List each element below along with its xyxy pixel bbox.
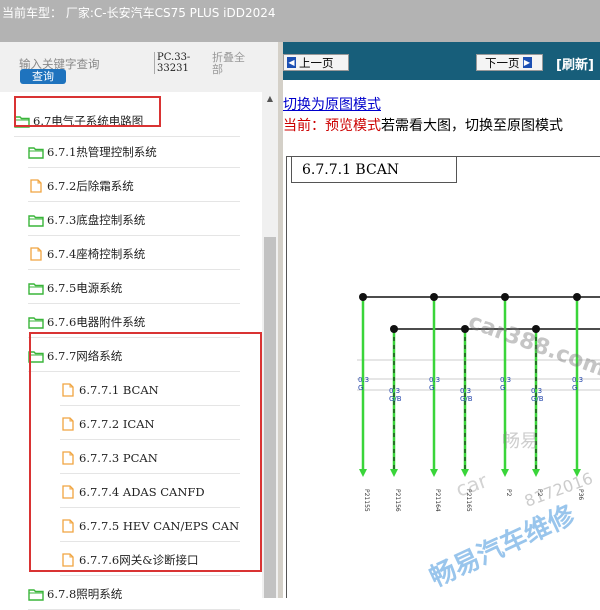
pc-code: PC.33-33231 [154, 52, 205, 74]
scroll-up-icon[interactable]: ▲ [262, 92, 278, 106]
wire-label: 0.3 [531, 387, 542, 395]
folder-icon [28, 213, 44, 227]
wire-label: 0.3 [358, 376, 369, 384]
connector-arrow [359, 469, 367, 477]
tree-item[interactable]: 6.7.8照明系统 [28, 579, 240, 610]
folder-icon [28, 145, 44, 159]
diagram-svg: 0.3GP211550.3G/BP211560.3GP211640.3G/BP2… [357, 293, 600, 593]
wire-label: G [358, 384, 363, 392]
document-icon [28, 179, 44, 193]
switch-original-link[interactable]: 切换为原图模式 [283, 94, 381, 114]
arrow-left-icon: ◀ [287, 57, 296, 68]
wire-label: G/B [389, 395, 402, 403]
connector-arrow [501, 469, 509, 477]
connector-label: P21155 [363, 489, 370, 512]
mode-status: 当前：预览模式若需看大图，切换至原图模式 [283, 115, 563, 135]
watermark-text: car388.com [465, 309, 600, 382]
junction-dot [573, 293, 581, 301]
arrow-right-icon: ▶ [522, 57, 532, 68]
watermark-text: car [453, 468, 492, 502]
circuit-diagram[interactable]: 6.7.7.1 BCAN 0.3 G P21155 0.3 G/B P21156 0.3 G P… [286, 156, 600, 598]
nav-bar: ◀ 上一页 下一页 ▶ [刷新] [283, 42, 600, 80]
tree-item-label: 6.7.6电器附件系统 [47, 315, 146, 329]
document-icon [28, 247, 44, 261]
tree-item[interactable]: 6.7.1热管理控制系统 [28, 137, 240, 168]
connector-label: P21164 [434, 489, 441, 512]
highlight-box-root [14, 96, 161, 127]
connector-label: P2 [505, 489, 512, 497]
wire-label: G [500, 384, 505, 392]
window-titlebar: 当前车型： 厂家:C-长安汽车CS75 PLUS iDD2024 [0, 0, 600, 42]
tree-item[interactable]: 6.7.3底盘控制系统 [28, 205, 240, 236]
junction-dot [430, 293, 438, 301]
tree-item-label: 6.7.3底盘控制系统 [47, 213, 146, 227]
wire-label: 0.3 [572, 376, 583, 384]
connector-arrow [390, 469, 398, 477]
wire-label: G [429, 384, 434, 392]
mode-prefix: 当前：预览模式 [283, 118, 381, 134]
wire-label: G/B [460, 395, 473, 403]
fold-all-button[interactable]: 折叠全部 [212, 52, 252, 76]
wire-label: 0.3 [389, 387, 400, 395]
tree-item-label: 6.7.8照明系统 [47, 587, 123, 601]
tree-item-label: 6.7.4座椅控制系统 [47, 247, 146, 261]
mode-suffix: 若需看大图，切换至原图模式 [381, 118, 563, 134]
tree-item[interactable]: 6.7.4座椅控制系统 [28, 239, 240, 270]
wire-label: 0.3 [429, 376, 440, 384]
connector-label: P21156 [394, 489, 401, 512]
tree-item[interactable]: 6.7.5电源系统 [28, 273, 240, 304]
folder-icon [28, 587, 44, 601]
tree-item-label: 6.7.2后除霜系统 [47, 179, 134, 193]
tree-item-label: 6.7.1热管理控制系统 [47, 145, 157, 159]
junction-dot [390, 325, 398, 333]
wire-label: 0.3 [500, 376, 511, 384]
connector-arrow [430, 469, 438, 477]
junction-dot [501, 293, 509, 301]
junction-dot [359, 293, 367, 301]
folder-icon [28, 315, 44, 329]
watermark-text: 畅易 [502, 431, 538, 452]
next-page-button[interactable]: 下一页 ▶ [476, 54, 543, 71]
wire-label: 0.3 [460, 387, 471, 395]
prev-page-label: 上一页 [299, 55, 334, 70]
search-button[interactable]: 查询 [20, 69, 66, 84]
folder-icon [28, 281, 44, 295]
watermark-text: 畅易汽车维修 [425, 499, 580, 593]
next-page-label: 下一页 [485, 55, 520, 70]
window-title: 当前车型： 厂家:C-长安汽车CS75 PLUS iDD2024 [2, 6, 276, 20]
highlight-box-network [29, 332, 262, 572]
tree-scrollbar[interactable]: ▲ [262, 92, 278, 598]
connector-arrow [532, 469, 540, 477]
tree-item-label: 6.7.5电源系统 [47, 281, 123, 295]
wire-label: G [572, 384, 577, 392]
refresh-link[interactable]: [刷新] [556, 54, 594, 73]
tree-item[interactable]: 6.7.2后除霜系统 [28, 171, 240, 202]
wire-label: G/B [531, 395, 544, 403]
content-panel: ◀ 上一页 下一页 ▶ [刷新] 切换为原图模式 当前：预览模式若需看大图，切换… [283, 42, 600, 598]
scroll-thumb[interactable] [264, 237, 276, 598]
prev-page-button[interactable]: ◀ 上一页 [283, 54, 349, 71]
